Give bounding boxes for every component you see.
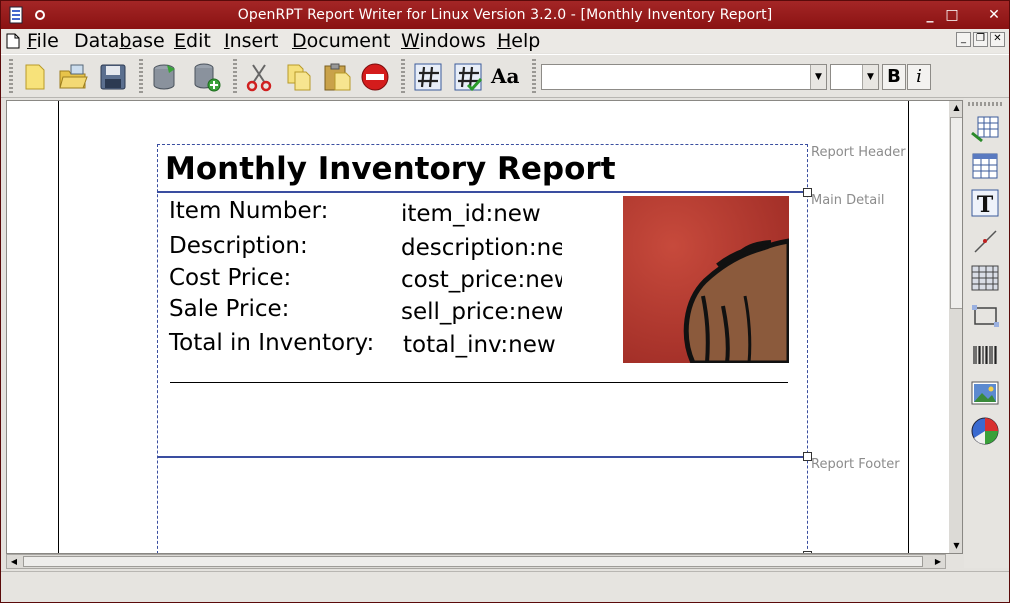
total-inventory-label[interactable]: Total in Inventory: bbox=[169, 330, 374, 356]
cut-icon[interactable] bbox=[243, 61, 275, 93]
report-title[interactable]: Monthly Inventory Report bbox=[165, 151, 616, 187]
cost-price-field[interactable]: cost_price:new bbox=[401, 267, 562, 293]
cost-price-label[interactable]: Cost Price: bbox=[169, 265, 291, 291]
delete-icon[interactable] bbox=[359, 61, 391, 93]
query-add-icon[interactable] bbox=[191, 61, 223, 93]
font-icon[interactable]: Aa bbox=[491, 61, 523, 93]
menu-bar: File Database Edit Insert Document Windo… bbox=[1, 29, 1009, 53]
database-icon[interactable] bbox=[149, 61, 181, 93]
toolbar-grip[interactable] bbox=[9, 59, 13, 95]
mdi-restore-icon[interactable]: ❐ bbox=[973, 32, 988, 47]
mdi-minimize-icon[interactable]: _ bbox=[956, 32, 971, 47]
menu-edit[interactable]: Edit bbox=[174, 30, 211, 52]
insert-crosstab-icon[interactable] bbox=[970, 263, 1000, 293]
minimize-icon[interactable]: _ bbox=[919, 5, 941, 25]
insert-line-icon[interactable] bbox=[970, 226, 1000, 256]
mdi-close-icon[interactable]: ✕ bbox=[990, 32, 1005, 47]
toolbar-grip[interactable] bbox=[401, 59, 405, 95]
italic-button[interactable]: i bbox=[907, 64, 931, 90]
insert-palette: T bbox=[964, 98, 1009, 568]
chevron-down-icon[interactable]: ▼ bbox=[862, 65, 878, 89]
svg-text:T: T bbox=[977, 192, 994, 218]
item-id-field[interactable]: item_id:new bbox=[401, 201, 562, 227]
grid-icon[interactable] bbox=[412, 61, 444, 93]
bold-button[interactable]: B bbox=[882, 64, 906, 90]
item-image[interactable] bbox=[623, 196, 789, 363]
insert-image-icon[interactable] bbox=[970, 378, 1000, 408]
detail-separator-line[interactable] bbox=[170, 382, 788, 383]
item-photo-icon bbox=[623, 196, 789, 363]
section-label-footer: Report Footer bbox=[811, 457, 900, 472]
menu-help[interactable]: Help bbox=[497, 30, 540, 52]
copy-icon[interactable] bbox=[283, 61, 315, 93]
insert-barcode-icon[interactable] bbox=[970, 340, 1000, 370]
status-bar bbox=[1, 571, 1009, 602]
detail-section-divider[interactable] bbox=[157, 191, 808, 193]
new-icon[interactable] bbox=[19, 61, 51, 93]
sale-price-label[interactable]: Sale Price: bbox=[169, 296, 289, 322]
toolbar-grip[interactable] bbox=[139, 59, 143, 95]
description-field[interactable]: description:new bbox=[401, 235, 562, 261]
insert-label-icon[interactable] bbox=[970, 113, 1000, 143]
menu-windows[interactable]: Windows bbox=[401, 30, 486, 52]
page-margin-right bbox=[908, 101, 909, 553]
menu-document[interactable]: Document bbox=[292, 30, 390, 52]
footer-section-divider[interactable] bbox=[157, 456, 808, 458]
toolbar-grip[interactable] bbox=[532, 59, 536, 95]
save-icon[interactable] bbox=[97, 61, 129, 93]
report-canvas[interactable]: Report Header Main Detail Report Footer … bbox=[6, 100, 963, 554]
vertical-scroll-thumb[interactable] bbox=[950, 117, 962, 309]
insert-text-icon[interactable]: T bbox=[970, 188, 1000, 218]
palette-grip[interactable] bbox=[968, 102, 1004, 106]
scroll-up-icon[interactable]: ▲ bbox=[950, 101, 962, 115]
vertical-scrollbar[interactable]: ▲ ▼ bbox=[949, 101, 962, 553]
section-label-header: Report Header bbox=[811, 145, 906, 160]
title-bar[interactable]: OpenRPT Report Writer for Linux Version … bbox=[1, 1, 1009, 29]
menu-database[interactable]: Database bbox=[74, 30, 165, 52]
toolbar: Aa ▼ ▼ B i bbox=[1, 54, 1009, 98]
chevron-down-icon[interactable]: ▼ bbox=[810, 65, 826, 89]
sell-price-field[interactable]: sell_price:new bbox=[401, 299, 562, 325]
scroll-down-icon[interactable]: ▼ bbox=[950, 539, 962, 553]
maximize-icon[interactable]: □ bbox=[941, 5, 963, 25]
insert-rectangle-icon[interactable] bbox=[970, 301, 1000, 331]
scroll-left-icon[interactable]: ◀ bbox=[7, 555, 21, 568]
scroll-right-icon[interactable]: ▶ bbox=[931, 555, 945, 568]
snap-grid-icon[interactable] bbox=[452, 61, 484, 93]
document-menu-icon[interactable] bbox=[6, 33, 20, 49]
close-icon[interactable]: ✕ bbox=[983, 5, 1005, 25]
paste-icon[interactable] bbox=[321, 61, 353, 93]
menu-file[interactable]: File bbox=[27, 30, 59, 52]
total-inv-field[interactable]: total_inv:new bbox=[403, 332, 562, 358]
insert-field-icon[interactable] bbox=[970, 151, 1000, 181]
app-window: OpenRPT Report Writer for Linux Version … bbox=[0, 0, 1010, 603]
toolbar-grip[interactable] bbox=[233, 59, 237, 95]
description-label[interactable]: Description: bbox=[169, 233, 308, 259]
horizontal-scrollbar[interactable]: ◀ ▶ bbox=[6, 554, 946, 569]
item-number-label[interactable]: Item Number: bbox=[169, 198, 328, 224]
window-title: OpenRPT Report Writer for Linux Version … bbox=[237, 7, 773, 23]
insert-graph-icon[interactable] bbox=[970, 416, 1000, 446]
font-family-combo[interactable]: ▼ bbox=[541, 64, 827, 90]
horizontal-scroll-thumb[interactable] bbox=[23, 556, 923, 567]
font-size-combo[interactable]: ▼ bbox=[830, 64, 879, 90]
open-icon[interactable] bbox=[57, 61, 89, 93]
page-margin-left bbox=[58, 101, 59, 553]
menu-insert[interactable]: Insert bbox=[224, 30, 279, 52]
section-label-detail: Main Detail bbox=[811, 193, 885, 208]
